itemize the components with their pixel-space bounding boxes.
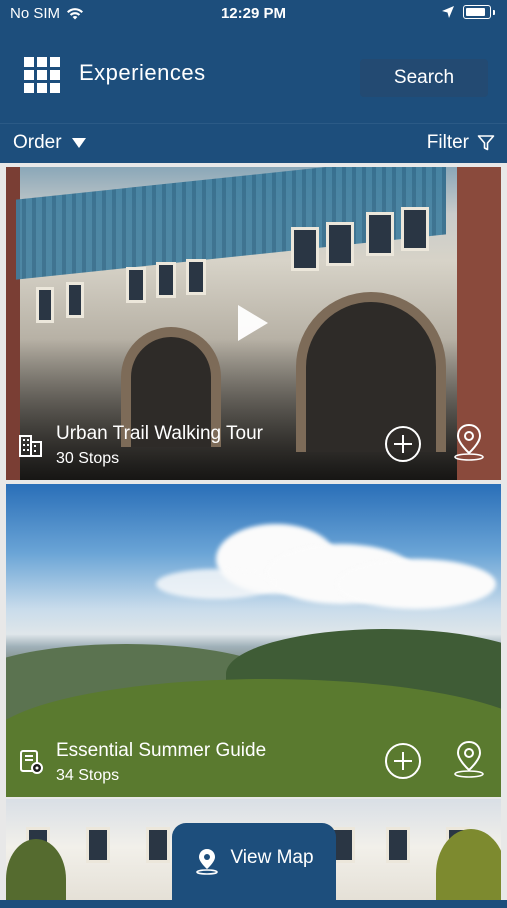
status-time: 12:29 PM: [220, 5, 287, 22]
card-info: Urban Trail Walking Tour 30 Stops: [6, 410, 501, 480]
experience-card[interactable]: Essential Summer Guide 34 Stops: [6, 484, 501, 797]
battery-cap: [493, 9, 495, 15]
status-right: [441, 5, 495, 19]
card-title: Essential Summer Guide: [56, 740, 267, 761]
map-pin-icon[interactable]: [451, 422, 487, 462]
card-title: Urban Trail Walking Tour: [56, 423, 263, 444]
map-pin-icon: [196, 849, 219, 875]
building-icon: [19, 435, 42, 457]
battery-icon: [463, 5, 491, 19]
order-filter-bar: Order Filter: [0, 123, 507, 162]
search-button[interactable]: Search: [360, 59, 488, 97]
add-circle-icon[interactable]: [385, 743, 421, 779]
card-stops: 30 Stops: [56, 450, 120, 467]
experience-card[interactable]: Urban Trail Walking Tour 30 Stops: [6, 167, 501, 480]
filter-icon: [477, 135, 495, 151]
location-arrow-icon: [442, 6, 454, 18]
experience-list: Urban Trail Walking Tour 30 Stops Essent…: [0, 163, 507, 900]
add-circle-icon[interactable]: [385, 426, 421, 462]
filter-label: Filter: [426, 132, 469, 153]
order-dropdown[interactable]: Order: [13, 132, 86, 154]
page-title: Experiences: [79, 60, 206, 85]
chevron-down-icon: [71, 138, 86, 148]
app-header: Experiences Search: [0, 30, 507, 123]
play-video-icon[interactable]: [238, 305, 268, 341]
map-pin-icon[interactable]: [451, 739, 487, 779]
filter-button[interactable]: Filter: [427, 132, 495, 154]
card-stops: 34 Stops: [56, 767, 120, 784]
order-label: Order: [13, 132, 62, 153]
view-map-label: View Map: [230, 847, 314, 868]
view-map-button[interactable]: View Map: [172, 823, 336, 908]
grid-menu-icon[interactable]: [24, 57, 60, 93]
guide-icon: [20, 750, 43, 774]
status-bar: No SIM 12:29 PM: [0, 0, 507, 30]
card-info: Essential Summer Guide 34 Stops: [6, 727, 501, 797]
